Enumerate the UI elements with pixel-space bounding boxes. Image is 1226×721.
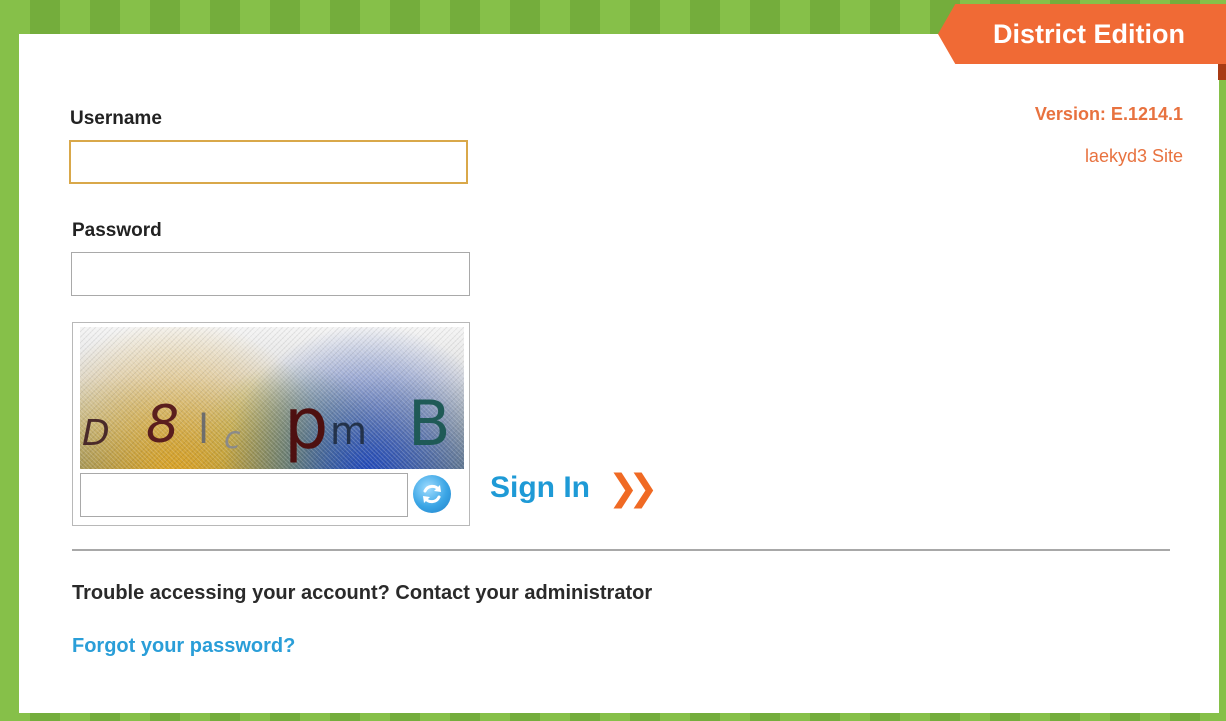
captcha-char: 8 (146, 395, 180, 455)
divider (72, 549, 1170, 551)
captcha-char: c (224, 421, 241, 456)
site-name: laekyd3 Site (1084, 146, 1183, 166)
double-chevron-right-icon: ❯❯ (608, 467, 658, 508)
forgot-password-link[interactable]: Forgot your password? (72, 635, 295, 658)
version-text: Version: E.1214.1 (1034, 104, 1183, 124)
sign-in-button[interactable]: Sign In ❯❯ (490, 467, 658, 508)
trouble-text: Trouble accessing your account? Contact … (72, 582, 653, 604)
refresh-arrows-icon (423, 484, 441, 504)
password-label: Password (72, 220, 162, 241)
captcha-input[interactable] (80, 473, 408, 517)
refresh-icon[interactable] (413, 475, 451, 513)
username-input[interactable] (69, 140, 468, 184)
sign-in-label: Sign In (490, 471, 590, 504)
captcha-char: l (198, 407, 210, 453)
captcha-char: m (330, 409, 368, 453)
captcha-char: B (408, 387, 451, 460)
username-label: Username (70, 108, 162, 129)
captcha-char: D (82, 413, 110, 454)
captcha-char: p (284, 383, 329, 465)
captcha-image: D 8 l c p m B (80, 327, 464, 469)
banner-fold (1218, 64, 1226, 80)
edition-banner: District Edition (938, 4, 1226, 64)
password-input[interactable] (71, 252, 470, 296)
captcha-box: D 8 l c p m B (72, 322, 470, 526)
